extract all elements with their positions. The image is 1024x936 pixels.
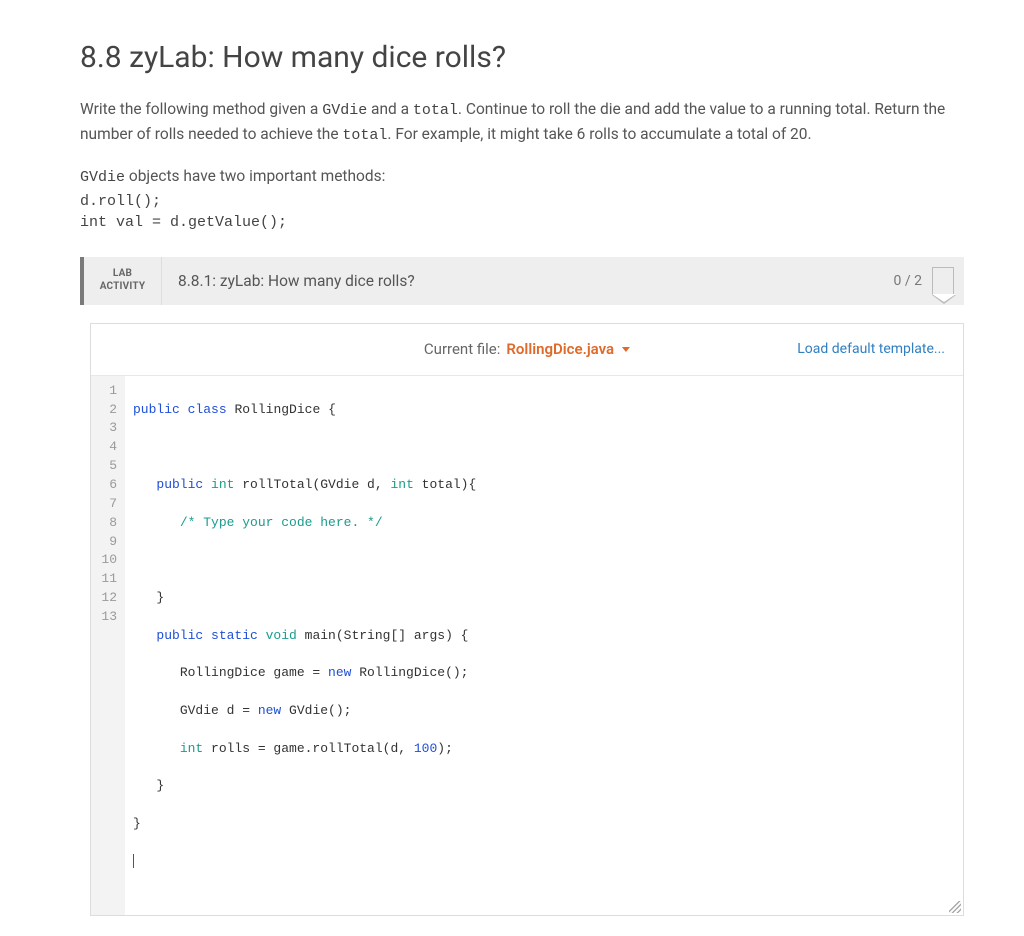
ws <box>133 590 156 605</box>
lab-label-top: LAB <box>113 268 132 281</box>
code-gvdie-2: GVdie <box>80 169 125 186</box>
method-signatures: d.roll(); int val = d.getValue(); <box>80 191 964 233</box>
chevron-down-icon <box>622 347 630 352</box>
text: ); <box>437 741 453 756</box>
bookmark-icon[interactable] <box>932 267 954 295</box>
code-editor-card: Current file: RollingDice.java Load defa… <box>90 323 964 917</box>
code-total: total <box>413 102 458 119</box>
code-gvdie: GVdie <box>322 102 367 119</box>
methods-intro: GVdie objects have two important methods… <box>80 164 964 189</box>
kw: public class <box>133 402 227 417</box>
ws <box>133 477 156 492</box>
resize-handle-icon[interactable] <box>949 901 961 913</box>
load-default-link[interactable]: Load default template... <box>797 341 945 357</box>
text: rolls = game.rollTotal(d, <box>203 741 414 756</box>
kw: void <box>258 628 297 643</box>
line-gutter: 12345678910111213 <box>91 376 125 916</box>
text: main(String[] args) { <box>297 628 469 643</box>
text: GVdie d = <box>180 703 258 718</box>
text: } <box>133 816 141 831</box>
text: . For example, it might take 6 rolls to … <box>387 125 811 143</box>
ws <box>133 741 180 756</box>
text: { <box>320 402 336 417</box>
ws <box>133 703 180 718</box>
text: GVdie(); <box>281 703 351 718</box>
text: objects have two important methods: <box>125 167 385 185</box>
kw: new <box>258 703 281 718</box>
kw: public <box>156 628 203 643</box>
current-file-dropdown[interactable]: Current file: RollingDice.java <box>424 340 630 358</box>
lab-activity-banner: LAB ACTIVITY 8.8.1: zyLab: How many dice… <box>80 257 964 305</box>
num: 100 <box>414 741 437 756</box>
kw: int <box>203 477 234 492</box>
ident: RollingDice <box>234 402 320 417</box>
lab-label-bottom: ACTIVITY <box>100 281 146 294</box>
text-cursor <box>133 854 134 868</box>
comment: /* Type your code here. */ <box>180 515 383 530</box>
kw: int <box>390 477 413 492</box>
kw: public <box>156 477 203 492</box>
editor-header: Current file: RollingDice.java Load defa… <box>91 324 963 376</box>
text: } <box>156 778 164 793</box>
code-total-2: total <box>342 127 387 144</box>
kw: static <box>203 628 258 643</box>
code-line: d.roll(); <box>80 191 964 212</box>
current-file-label: Current file: <box>424 340 500 358</box>
lab-score: 0 / 2 <box>884 257 964 305</box>
ws <box>133 515 180 530</box>
lab-title: 8.8.1: zyLab: How many dice rolls? <box>162 257 884 305</box>
ws <box>133 628 156 643</box>
ws <box>133 778 156 793</box>
text: } <box>156 590 164 605</box>
text: rollTotal(GVdie d, <box>234 477 390 492</box>
kw: int <box>180 741 203 756</box>
code-editor[interactable]: 12345678910111213 public class RollingDi… <box>91 376 963 916</box>
code-line: int val = d.getValue(); <box>80 212 964 233</box>
instructions: Write the following method given a GVdie… <box>80 97 964 233</box>
filename: RollingDice.java <box>506 340 614 358</box>
page-title: 8.8 zyLab: How many dice rolls? <box>80 40 964 75</box>
text: and a <box>367 100 413 118</box>
score-text: 0 / 2 <box>894 273 922 289</box>
text: Write the following method given a <box>80 100 322 118</box>
code-body[interactable]: public class RollingDice { public int ro… <box>125 376 963 916</box>
instructions-paragraph: Write the following method given a GVdie… <box>80 97 964 148</box>
lab-label: LAB ACTIVITY <box>84 257 162 305</box>
text: total){ <box>414 477 476 492</box>
